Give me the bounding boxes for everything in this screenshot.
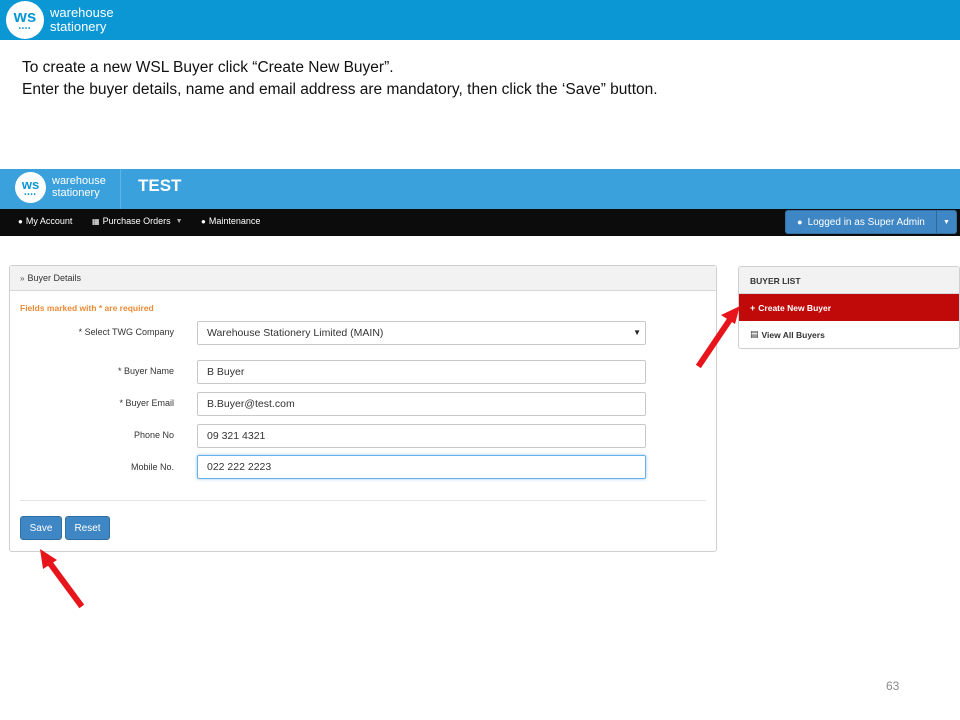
annotation-arrows [40, 306, 740, 609]
arrow-to-save-button [40, 549, 85, 609]
page-number: 63 [886, 679, 900, 693]
arrow-to-create-new-buyer [695, 306, 740, 369]
